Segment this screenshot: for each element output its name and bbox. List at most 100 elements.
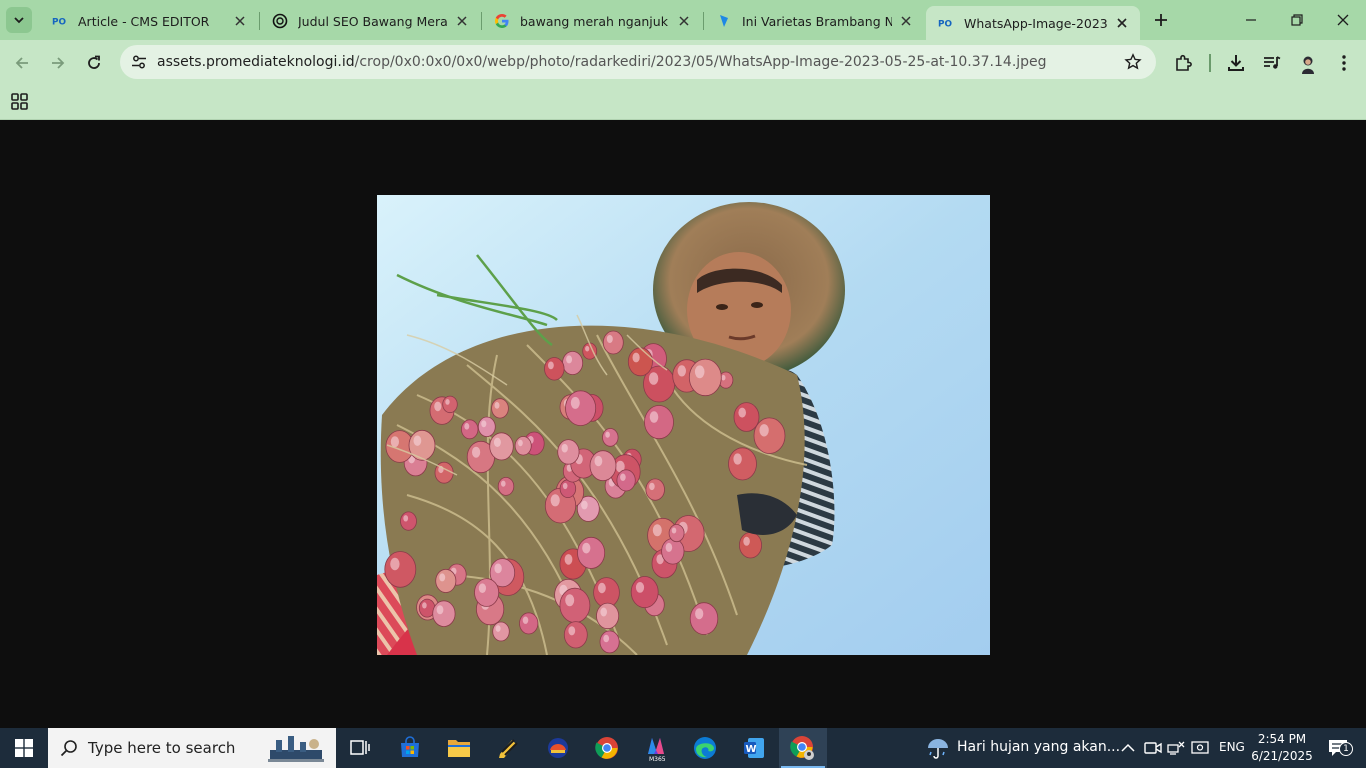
chrome-icon [595, 737, 618, 759]
url-path: /crop/0x0:0x0/0x0/webp/photo/radarkediri… [354, 54, 1047, 70]
svg-text:M365: M365 [649, 756, 666, 762]
tab-strip: PO Article - CMS EDITOR Judul SEO Bawang… [0, 0, 1366, 40]
kebab-menu-icon [1342, 55, 1346, 71]
clock-time: 2:54 PM [1257, 732, 1307, 746]
tab-varietas-brambang[interactable]: Ini Varietas Brambang Nganj [704, 6, 924, 36]
language-indicator[interactable]: ENG [1219, 740, 1245, 754]
menu-button[interactable] [1332, 51, 1356, 75]
windows-taskbar: Type here to search M365 W Hari hujan ya… [0, 728, 1366, 768]
pro-logo-icon: PO [938, 15, 954, 31]
taskbar-file-explorer[interactable] [435, 728, 483, 768]
start-button[interactable] [0, 728, 48, 768]
pen-app-icon [499, 739, 518, 758]
weather-text[interactable]: Hari hujan yang akan... [957, 739, 1120, 755]
tab-search-button[interactable] [6, 7, 32, 33]
minimize-button[interactable] [1228, 0, 1274, 40]
taskbar-chrome[interactable] [583, 728, 631, 768]
notification-center-button[interactable]: 1 [1324, 738, 1353, 758]
downloads-button[interactable] [1224, 51, 1248, 75]
close-icon[interactable] [1114, 15, 1130, 31]
windows-logo-icon [15, 739, 33, 757]
reload-button[interactable] [80, 49, 108, 77]
address-bar[interactable]: assets.promediateknologi.id/crop/0x0:0x0… [120, 45, 1156, 79]
close-window-button[interactable] [1320, 0, 1366, 40]
taskbar-m365[interactable]: M365 [632, 728, 680, 768]
display-icon[interactable] [1190, 738, 1210, 758]
extensions-button[interactable] [1171, 51, 1195, 75]
bookmarks-bar [0, 86, 1366, 120]
back-button[interactable] [8, 49, 36, 77]
search-icon [60, 740, 77, 757]
show-hidden-icons-button[interactable] [1118, 738, 1138, 758]
tab-judul-seo[interactable]: Judul SEO Bawang Merah [260, 6, 480, 36]
site-settings-icon[interactable] [122, 45, 156, 79]
tab-title: WhatsApp-Image-2023-05-2 [964, 15, 1108, 31]
image-viewer [0, 121, 1366, 728]
arrow-right-icon [52, 57, 65, 69]
taskbar-app-pen[interactable] [484, 728, 532, 768]
edge-icon [694, 737, 716, 759]
taskbar-clock[interactable]: 2:54 PM 6/21/2025 [1247, 731, 1317, 765]
taskbar-app-helmet[interactable] [534, 728, 582, 768]
task-view-button[interactable] [336, 728, 384, 768]
url-text[interactable]: assets.promediateknologi.id/crop/0x0:0x0… [157, 54, 1047, 70]
notification-count: 1 [1339, 742, 1353, 756]
close-icon[interactable] [454, 13, 470, 29]
bookmark-star-icon[interactable] [1124, 53, 1142, 71]
tab-google-search[interactable]: bawang merah nganjuk - Pe [482, 6, 702, 36]
taskbar-search-box[interactable]: Type here to search [48, 728, 336, 768]
tab-title: Article - CMS EDITOR [78, 13, 210, 29]
svg-text:PO: PO [52, 18, 67, 27]
media-controls-button[interactable] [1260, 51, 1284, 75]
media-queue-icon [1264, 56, 1281, 69]
chevron-down-icon [14, 17, 24, 24]
chrome-profile-icon [790, 736, 814, 760]
radar-logo-icon [716, 13, 732, 29]
plus-icon [1155, 14, 1167, 26]
minimize-icon [1246, 19, 1256, 21]
browser-toolbar: assets.promediateknologi.id/crop/0x0:0x0… [0, 40, 1366, 86]
url-host: assets.promediateknologi.id [157, 54, 355, 70]
toolbar-separator [1209, 54, 1211, 72]
new-tab-button[interactable] [1150, 9, 1172, 31]
clock-date: 6/21/2025 [1251, 749, 1313, 763]
apps-grid-icon[interactable] [10, 92, 30, 112]
tab-title: bawang merah nganjuk - Pe [520, 13, 670, 29]
puzzle-icon [1176, 54, 1192, 71]
taskbar-word[interactable]: W [730, 728, 778, 768]
word-icon: W [744, 738, 764, 758]
tab-whatsapp-image[interactable]: PO WhatsApp-Image-2023-05-2 [926, 6, 1140, 40]
forward-button[interactable] [44, 49, 72, 77]
google-icon [494, 13, 510, 29]
network-icon[interactable] [1166, 738, 1186, 758]
taskbar-chrome-profile[interactable] [779, 728, 827, 768]
svg-text:PO: PO [938, 20, 953, 29]
microsoft-store-icon [401, 736, 419, 757]
openai-icon [272, 13, 288, 29]
shallot-farmer-photo[interactable] [377, 195, 990, 655]
download-icon [1228, 55, 1244, 71]
search-placeholder: Type here to search [88, 739, 236, 757]
folder-icon [448, 740, 470, 757]
weather-icon[interactable] [926, 736, 950, 760]
close-icon[interactable] [232, 13, 248, 29]
restore-button[interactable] [1274, 0, 1320, 40]
close-icon[interactable] [676, 13, 692, 29]
m365-icon: M365 [648, 738, 666, 762]
tab-title: Judul SEO Bawang Merah [298, 13, 448, 29]
close-icon [1337, 14, 1349, 26]
profile-avatar[interactable] [1296, 51, 1320, 75]
avatar-icon [1297, 52, 1319, 74]
restore-icon [1291, 14, 1303, 26]
helmet-app-icon [548, 738, 568, 758]
tab-article-cms[interactable]: PO Article - CMS EDITOR [40, 6, 258, 36]
svg-text:W: W [746, 744, 757, 755]
reload-icon [88, 55, 100, 69]
taskbar-edge[interactable] [681, 728, 729, 768]
arrow-left-icon [15, 57, 28, 69]
meet-now-icon[interactable] [1143, 738, 1163, 758]
close-icon[interactable] [898, 13, 914, 29]
chevron-up-icon [1121, 743, 1135, 752]
taskbar-microsoft-store[interactable] [386, 728, 434, 768]
task-view-icon [350, 740, 370, 755]
